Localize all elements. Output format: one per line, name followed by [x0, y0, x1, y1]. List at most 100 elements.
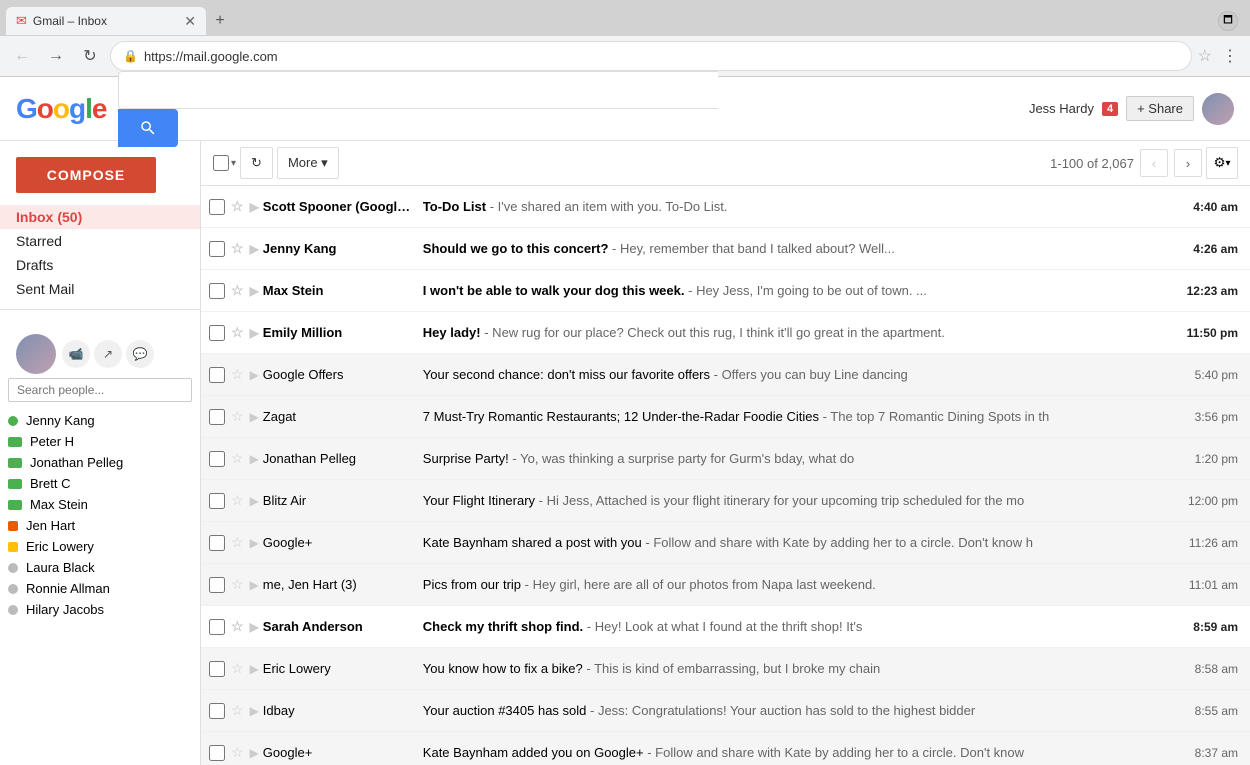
- email-row[interactable]: ☆ ▶ Jonathan Pelleg Surprise Party! - Yo…: [201, 438, 1250, 480]
- notification-badge[interactable]: 4: [1102, 102, 1118, 116]
- window-maximize-button[interactable]: 🗖: [1218, 11, 1238, 31]
- email-row[interactable]: ☆ ▶ me, Jen Hart (3) Pics from our trip …: [201, 564, 1250, 606]
- sidebar-item-drafts[interactable]: Drafts: [0, 253, 200, 277]
- row-star-icon[interactable]: ☆: [231, 366, 244, 383]
- browser-tab[interactable]: ✉ Gmail – Inbox ✕: [6, 7, 206, 35]
- row-important-icon[interactable]: ▶: [250, 620, 259, 634]
- row-star-icon[interactable]: ☆: [231, 198, 244, 215]
- email-row[interactable]: ☆ ▶ Jenny Kang Should we go to this conc…: [201, 228, 1250, 270]
- search-button[interactable]: [118, 109, 178, 147]
- row-important-icon[interactable]: ▶: [250, 242, 259, 256]
- contact-item[interactable]: Eric Lowery: [0, 536, 200, 557]
- row-star-icon[interactable]: ☆: [231, 240, 244, 257]
- browser-menu-icon[interactable]: ⋮: [1218, 46, 1242, 66]
- email-row[interactable]: ☆ ▶ Blitz Air Your Flight Itinerary - Hi…: [201, 480, 1250, 522]
- contact-item[interactable]: Hilary Jacobs: [0, 599, 200, 620]
- row-star-icon[interactable]: ☆: [231, 282, 244, 299]
- row-checkbox[interactable]: [209, 535, 225, 551]
- row-checkbox[interactable]: [209, 325, 225, 341]
- row-important-icon[interactable]: ▶: [250, 200, 259, 214]
- row-important-icon[interactable]: ▶: [250, 494, 259, 508]
- select-chevron-icon[interactable]: ▾: [231, 158, 236, 169]
- row-important-icon[interactable]: ▶: [250, 368, 259, 382]
- bookmark-star-icon[interactable]: ☆: [1198, 46, 1212, 66]
- row-important-icon[interactable]: ▶: [250, 284, 259, 298]
- row-important-icon[interactable]: ▶: [250, 578, 259, 592]
- row-checkbox[interactable]: [209, 367, 225, 383]
- row-star-icon[interactable]: ☆: [231, 324, 244, 341]
- forward-button[interactable]: →: [42, 42, 70, 70]
- prev-page-button[interactable]: ‹: [1140, 149, 1168, 177]
- row-checkbox[interactable]: [209, 661, 225, 677]
- address-bar[interactable]: 🔒 https://mail.google.com: [110, 41, 1192, 71]
- email-row[interactable]: ☆ ▶ Scott Spooner (Google Dr. To-Do List…: [201, 186, 1250, 228]
- share-profile-button[interactable]: ↗: [94, 340, 122, 368]
- contact-item[interactable]: Peter H: [0, 431, 200, 452]
- settings-button[interactable]: ⚙ ▾: [1206, 147, 1238, 179]
- row-checkbox[interactable]: [209, 577, 225, 593]
- row-checkbox[interactable]: [209, 451, 225, 467]
- email-row[interactable]: ☆ ▶ Emily Million Hey lady! - New rug fo…: [201, 312, 1250, 354]
- email-row[interactable]: ☆ ▶ Max Stein I won't be able to walk yo…: [201, 270, 1250, 312]
- share-button[interactable]: + Share: [1126, 96, 1194, 121]
- row-star-icon[interactable]: ☆: [231, 576, 244, 593]
- row-important-icon[interactable]: ▶: [250, 410, 259, 424]
- email-row[interactable]: ☆ ▶ Google Offers Your second chance: do…: [201, 354, 1250, 396]
- email-row[interactable]: ☆ ▶ Google+ Kate Baynham added you on Go…: [201, 732, 1250, 765]
- row-star-icon[interactable]: ☆: [231, 408, 244, 425]
- refresh-button[interactable]: ↻: [240, 147, 273, 179]
- row-star-icon[interactable]: ☆: [231, 702, 244, 719]
- contact-item[interactable]: Jenny Kang: [0, 410, 200, 431]
- row-important-icon[interactable]: ▶: [250, 326, 259, 340]
- row-important-icon[interactable]: ▶: [250, 704, 259, 718]
- sidebar-item-sent[interactable]: Sent Mail: [0, 277, 200, 301]
- row-checkbox[interactable]: [209, 409, 225, 425]
- select-all-checkbox[interactable]: [213, 155, 229, 171]
- message-button[interactable]: 💬: [126, 340, 154, 368]
- status-dot-yellow: [8, 542, 18, 552]
- row-important-icon[interactable]: ▶: [250, 536, 259, 550]
- row-checkbox[interactable]: [209, 745, 225, 761]
- row-important-icon[interactable]: ▶: [250, 746, 259, 760]
- more-actions-button[interactable]: More ▾: [277, 147, 339, 179]
- contact-item[interactable]: Ronnie Allman: [0, 578, 200, 599]
- row-star-icon[interactable]: ☆: [231, 618, 244, 635]
- contact-item[interactable]: Max Stein: [0, 494, 200, 515]
- row-important-icon[interactable]: ▶: [250, 452, 259, 466]
- email-row[interactable]: ☆ ▶ Zagat 7 Must-Try Romantic Restaurant…: [201, 396, 1250, 438]
- row-checkbox[interactable]: [209, 619, 225, 635]
- row-checkbox[interactable]: [209, 199, 225, 215]
- contact-item[interactable]: Laura Black: [0, 557, 200, 578]
- row-important-icon[interactable]: ▶: [250, 662, 259, 676]
- compose-button[interactable]: COMPOSE: [16, 157, 156, 193]
- row-checkbox[interactable]: [209, 283, 225, 299]
- row-star-icon[interactable]: ☆: [231, 534, 244, 551]
- tab-close-button[interactable]: ✕: [184, 13, 196, 30]
- email-row[interactable]: ☆ ▶ Sarah Anderson Check my thrift shop …: [201, 606, 1250, 648]
- email-list: ☆ ▶ Scott Spooner (Google Dr. To-Do List…: [201, 186, 1250, 765]
- avatar[interactable]: [1202, 93, 1234, 125]
- row-checkbox[interactable]: [209, 493, 225, 509]
- email-row[interactable]: ☆ ▶ Eric Lowery You know how to fix a bi…: [201, 648, 1250, 690]
- people-search-input[interactable]: [8, 378, 192, 402]
- search-input[interactable]: [118, 71, 718, 109]
- row-checkbox[interactable]: [209, 703, 225, 719]
- row-star-icon[interactable]: ☆: [231, 492, 244, 509]
- new-tab-button[interactable]: +: [206, 7, 234, 35]
- email-row[interactable]: ☆ ▶ Idbay Your auction #3405 has sold - …: [201, 690, 1250, 732]
- sidebar-item-starred[interactable]: Starred: [0, 229, 200, 253]
- contact-item[interactable]: Jonathan Pelleg: [0, 452, 200, 473]
- contact-item[interactable]: Brett C: [0, 473, 200, 494]
- refresh-button[interactable]: ↻: [76, 42, 104, 70]
- back-button[interactable]: ←: [8, 42, 36, 70]
- next-page-button[interactable]: ›: [1174, 149, 1202, 177]
- row-star-icon[interactable]: ☆: [231, 450, 244, 467]
- row-checkbox[interactable]: [209, 241, 225, 257]
- status-dot-video: [8, 500, 22, 510]
- contact-item[interactable]: Jen Hart: [0, 515, 200, 536]
- row-star-icon[interactable]: ☆: [231, 660, 244, 677]
- video-call-button[interactable]: 📹: [62, 340, 90, 368]
- row-star-icon[interactable]: ☆: [231, 744, 244, 761]
- sidebar-item-inbox[interactable]: Inbox (50): [0, 205, 200, 229]
- email-row[interactable]: ☆ ▶ Google+ Kate Baynham shared a post w…: [201, 522, 1250, 564]
